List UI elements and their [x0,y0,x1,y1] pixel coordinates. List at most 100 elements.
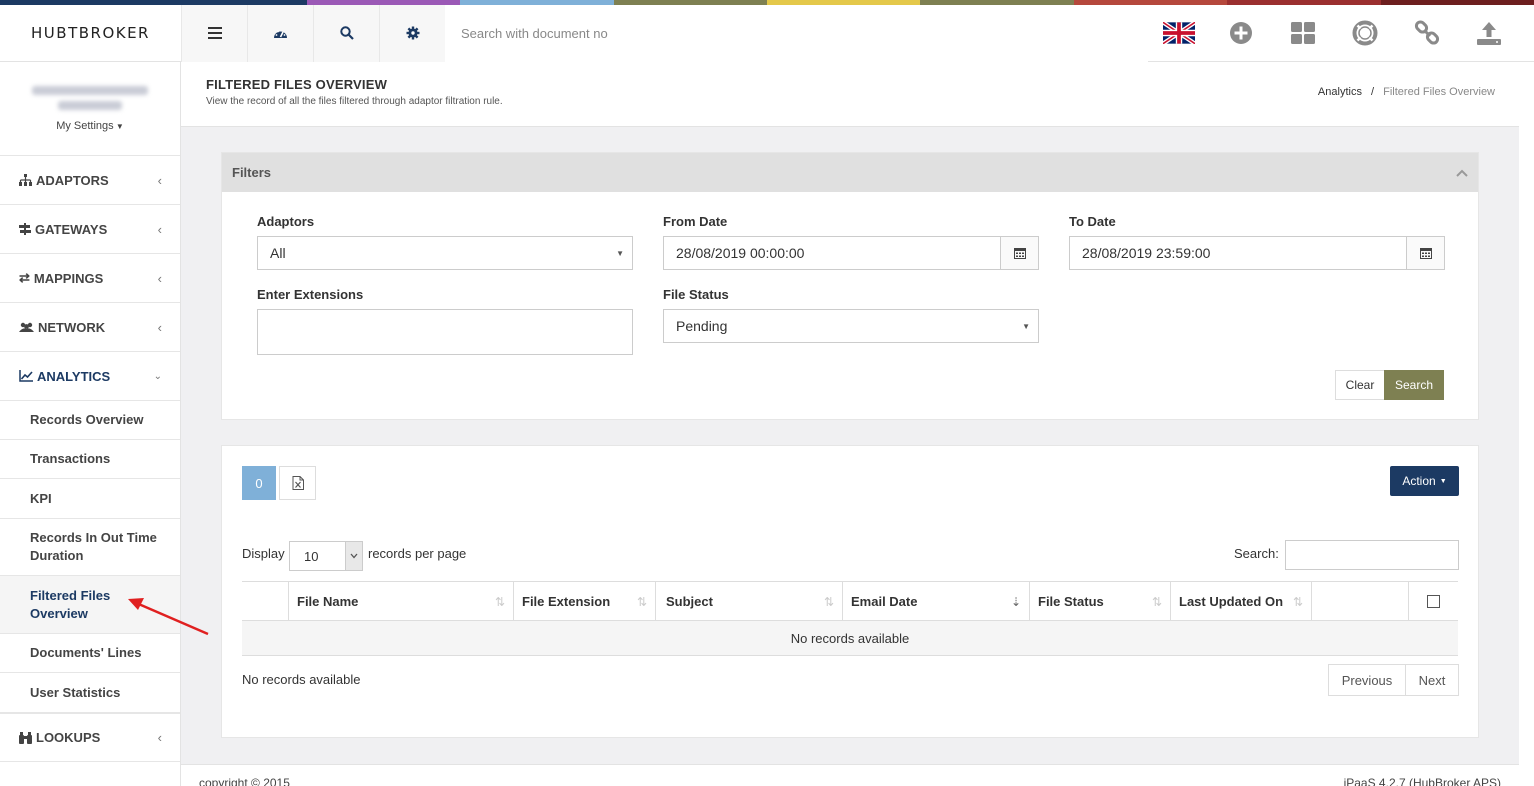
breadcrumb: Analytics / Filtered Files Overview [1318,86,1495,98]
adaptors-select[interactable]: All ▼ [257,236,633,270]
language-selector[interactable] [1148,5,1210,62]
display-label: Display [242,546,285,561]
settings-button[interactable] [379,4,445,62]
sidebar-section-gateways[interactable]: GATEWAYS ‹ [0,205,180,254]
column-header-email-date[interactable]: Email Date ⇣ [843,582,1030,621]
logo-text: HUBTBROKER [31,24,150,42]
sidebar-item-records-overview[interactable]: Records Overview [0,401,180,440]
search-button[interactable]: Search [1384,370,1444,400]
page-size-select[interactable]: 10 [289,541,363,571]
my-settings-link[interactable]: My Settings ▼ [56,120,124,132]
sidebar-section-analytics[interactable]: ANALYTICS ⌄ [0,352,180,401]
help-button[interactable] [1334,5,1396,62]
calendar-icon [1013,248,1026,259]
table-header-row: File Name ⇅ File Extension ⇅ Subject ⇅ Emai… [242,581,1458,621]
binoculars-icon [19,731,32,744]
column-header-file-status[interactable]: File Status ⇅ [1030,582,1171,621]
excel-file-icon [292,476,304,490]
caret-down-icon: ▼ [1022,322,1030,331]
selected-count-badge[interactable]: 0 [242,466,276,500]
dashboard-icon [274,30,287,38]
sitemap-icon [19,174,32,186]
sidebar-section-mappings[interactable]: ⇄ MAPPINGS ‹ [0,254,180,303]
page-size-dropdown-arrow[interactable] [345,542,362,570]
sidebar-item-kpi[interactable]: KPI [0,479,180,519]
sidebar-section-network[interactable]: NETWORK ‹ [0,303,180,352]
page-subtitle: View the record of all the files filtere… [206,96,503,107]
next-page-button[interactable]: Next [1405,664,1459,696]
sidebar-section-label: GATEWAYS [35,221,108,237]
select-all-checkbox[interactable] [1427,595,1440,608]
sidebar-item-transactions[interactable]: Transactions [0,440,180,479]
results-panel: 0 Action ▼ Display 10 records per page Se… [221,445,1479,738]
column-header-subject[interactable]: Subject ⇅ [656,582,843,621]
sidebar-item-label: Transactions [30,451,111,466]
sidebar-section-label: ADAPTORS [36,172,109,188]
file-status-label: File Status [663,287,729,302]
uk-flag-icon [1163,22,1195,44]
sidebar-item-label: Records In Out Time Duration [30,530,157,563]
sort-icon: ⇅ [1151,594,1162,609]
from-date-label: From Date [663,214,728,229]
chevron-up-icon[interactable] [1456,169,1468,177]
sidebar-section-label: LOOKUPS [36,730,101,745]
document-search-input[interactable] [445,4,1148,62]
sidebar-item-records-in-out-time-duration[interactable]: Records In Out Time Duration [0,519,180,576]
column-header-last-updated-on[interactable]: Last Updated On ⇅ [1171,582,1312,621]
column-header-file-name[interactable]: File Name ⇅ [289,582,514,621]
to-date-value: 28/08/2019 23:59:00 [1082,245,1211,261]
chevron-left-icon: ‹ [157,172,162,188]
app-logo[interactable]: HUBTBROKER [0,5,181,62]
chevron-left-icon: ‹ [157,319,162,335]
sort-icon: ⇅ [636,594,647,609]
file-status-selected-value: Pending [676,318,728,334]
action-dropdown-button[interactable]: Action ▼ [1390,466,1459,496]
to-date-input[interactable]: 28/08/2019 23:59:00 [1069,236,1445,270]
chevron-down-icon [350,553,358,559]
exchange-icon: ⇄ [19,270,30,285]
previous-page-button[interactable]: Previous [1328,664,1406,696]
sidebar-item-user-statistics[interactable]: User Statistics [0,673,180,713]
extensions-label: Enter Extensions [257,287,364,302]
sidebar-section-label: MAPPINGS [33,270,104,286]
column-header-extra [1312,582,1409,621]
file-status-select[interactable]: Pending ▼ [663,309,1039,343]
column-header-label: Email Date [851,594,918,609]
apps-grid-button[interactable] [1272,5,1334,62]
upload-button[interactable] [1458,5,1520,62]
connections-button[interactable] [1396,5,1458,62]
link-icon [1414,20,1440,45]
sidebar-item-label: KPI [30,490,52,506]
chevron-down-icon: ⌄ [153,370,162,382]
column-header-checkbox[interactable] [1409,582,1458,621]
column-header-file-extension[interactable]: File Extension ⇅ [514,582,656,621]
search-toggle-button[interactable] [313,4,379,62]
menu-toggle-button[interactable] [181,4,247,62]
to-date-calendar-button[interactable] [1406,237,1444,269]
users-icon [19,322,34,332]
dashboard-button[interactable] [247,4,313,62]
sidebar-section-lookups[interactable]: LOOKUPS ‹ [0,713,180,762]
from-date-calendar-button[interactable] [1000,237,1038,269]
lifebuoy-icon [1352,20,1378,46]
page-size-value: 10 [304,548,319,564]
filters-panel-header[interactable]: Filters [222,153,1478,192]
column-header-label: Subject [666,594,713,609]
plus-circle-icon [1230,22,1252,44]
column-header-label: Last Updated On [1179,594,1284,609]
chevron-left-icon: ‹ [157,270,162,286]
from-date-input[interactable]: 28/08/2019 00:00:00 [663,236,1039,270]
page-footer: copyright © 2015 iPaaS 4.2.7 (HubBroker … [181,764,1519,786]
add-button[interactable] [1210,5,1272,62]
version-text: iPaaS 4.2.7 (HubBroker APS) [1343,776,1501,786]
extensions-input[interactable] [257,309,633,355]
sidebar-section-adaptors[interactable]: ADAPTORS ‹ [0,156,180,205]
signpost-icon [19,223,31,235]
sidebar: My Settings ▼ ADAPTORS ‹ GATEWAYS ‹ ⇄ MAP… [0,62,181,786]
clear-button[interactable]: Clear [1335,370,1385,400]
breadcrumb-link-analytics[interactable]: Analytics [1318,86,1362,98]
page-scrollbar[interactable] [1519,62,1534,786]
table-search-input[interactable] [1285,540,1459,570]
export-excel-button[interactable] [279,466,316,500]
caret-down-icon: ▼ [113,121,124,131]
